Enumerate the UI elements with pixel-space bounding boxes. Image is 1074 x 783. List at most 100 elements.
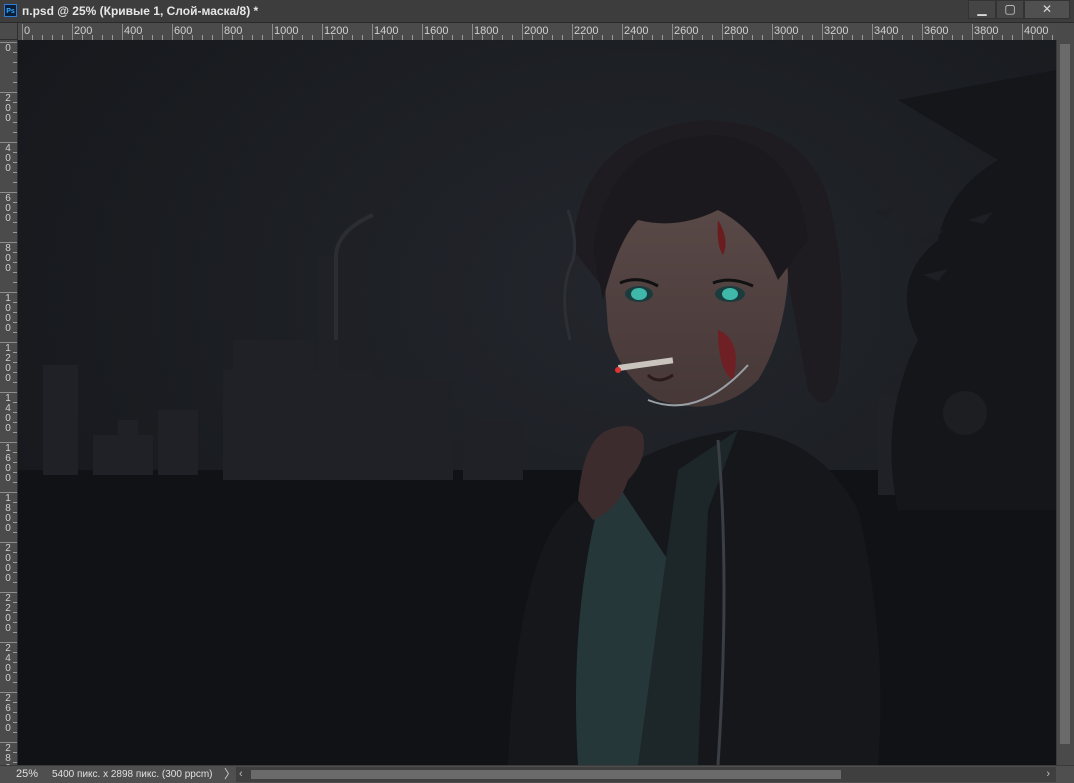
ruler-major-tick [472, 24, 473, 40]
ruler-minor-tick [13, 472, 17, 473]
ruler-major-tick [122, 24, 123, 40]
ruler-label: 3000 [774, 25, 799, 37]
ruler-major-tick [972, 24, 973, 40]
ruler-label: 1000 [5, 293, 11, 334]
ruler-minor-tick [13, 222, 17, 223]
ruler-label: 2800 [5, 743, 11, 766]
ruler-label: 1400 [5, 393, 11, 434]
maximize-button[interactable]: ▢ [996, 0, 1024, 19]
ruler-minor-tick [13, 372, 17, 373]
minimize-button[interactable]: ▁ [968, 0, 996, 19]
ruler-label: 600 [174, 25, 193, 37]
ruler-minor-tick [13, 632, 17, 633]
ruler-major-tick [672, 24, 673, 40]
ruler-minor-tick [13, 652, 17, 653]
ruler-minor-tick [13, 582, 17, 583]
ruler-minor-tick [13, 362, 17, 363]
ruler-label: 400 [124, 25, 143, 37]
ruler-minor-tick [13, 752, 17, 753]
artwork-painting [18, 40, 1056, 765]
ruler-minor-tick [13, 682, 17, 683]
ruler-minor-tick [13, 172, 17, 173]
ruler-label: 1200 [5, 343, 11, 384]
ruler-minor-tick [13, 562, 17, 563]
ruler-major-tick [1022, 24, 1023, 40]
ruler-minor-tick [13, 272, 17, 273]
ruler-minor-tick [13, 732, 17, 733]
document-title: п.psd @ 25% (Кривые 1, Слой-маска/8) * [22, 4, 259, 18]
ruler-minor-tick [13, 712, 17, 713]
ruler-minor-tick [13, 352, 17, 353]
ruler-major-tick [372, 24, 373, 40]
ruler-label: 2000 [5, 543, 11, 584]
ruler-label: 2600 [674, 25, 699, 37]
ruler-label: 600 [5, 193, 11, 224]
vertical-scrollbar[interactable] [1056, 40, 1074, 765]
ruler-minor-tick [13, 252, 17, 253]
ruler-minor-tick [13, 152, 17, 153]
ruler-minor-tick [13, 462, 17, 463]
status-info-menu-arrow-icon[interactable]: 〉 [224, 766, 236, 783]
ruler-major-tick [522, 24, 523, 40]
ruler-minor-tick [13, 622, 17, 623]
ruler-label: 4000 [1024, 25, 1049, 37]
document-title-bar[interactable]: Ps п.psd @ 25% (Кривые 1, Слой-маска/8) … [0, 0, 1074, 23]
maximize-icon: ▢ [1004, 2, 1016, 16]
ruler-minor-tick [13, 232, 17, 233]
ruler-label: 800 [224, 25, 243, 37]
ruler-major-tick [872, 24, 873, 40]
ruler-minor-tick [13, 552, 17, 553]
minimize-icon: ▁ [977, 2, 987, 16]
ruler-origin-corner[interactable] [0, 23, 18, 40]
zoom-level-field[interactable]: 25% [4, 766, 44, 783]
ruler-label: 3200 [824, 25, 849, 37]
ruler-label: 2200 [5, 593, 11, 634]
ruler-label: 2600 [5, 693, 11, 734]
horizontal-scrollbar[interactable]: ‹ › [236, 767, 1056, 782]
ruler-major-tick [622, 24, 623, 40]
horizontal-ruler[interactable]: 0 200 400 600 800 1000 1200 1400 1600 1800 2000 220… [18, 23, 1056, 41]
photoshop-app-icon: Ps [4, 4, 17, 17]
ruler-minor-tick [13, 62, 17, 63]
ruler-minor-tick [13, 162, 17, 163]
ruler-label: 2200 [574, 25, 599, 37]
ruler-label: 1600 [424, 25, 449, 37]
ruler-minor-tick [13, 312, 17, 313]
horizontal-scroll-thumb[interactable] [251, 770, 841, 779]
vertical-ruler[interactable]: 0 200 400 600 800 1000 1200 1400 1600 1800 2000 220… [0, 40, 18, 765]
scroll-left-icon[interactable]: ‹ [239, 767, 243, 782]
ruler-major-tick [172, 24, 173, 40]
ruler-minor-tick [13, 122, 17, 123]
ruler-label: 2400 [624, 25, 649, 37]
ruler-minor-tick [13, 182, 17, 183]
ruler-label: 1800 [474, 25, 499, 37]
ruler-minor-tick [13, 102, 17, 103]
ruler-major-tick [272, 24, 273, 40]
ruler-label: 2000 [524, 25, 549, 37]
ruler-label: 1000 [274, 25, 299, 37]
status-bar: 25% 5400 пикс. x 2898 пикс. (300 ppcm) 〉… [0, 765, 1074, 783]
close-button[interactable]: ✕ [1024, 0, 1070, 19]
ruler-label: 1200 [324, 25, 349, 37]
ruler-major-tick [22, 24, 23, 40]
ruler-label: 0 [24, 25, 31, 37]
ruler-label: 200 [5, 93, 11, 124]
ruler-minor-tick [13, 572, 17, 573]
ruler-minor-tick [13, 762, 17, 763]
scroll-right-icon[interactable]: › [1046, 767, 1050, 782]
ruler-minor-tick [13, 302, 17, 303]
ruler-minor-tick [13, 262, 17, 263]
vertical-scroll-thumb[interactable] [1060, 44, 1070, 744]
document-canvas[interactable] [18, 40, 1056, 765]
ruler-minor-tick [13, 672, 17, 673]
ruler-minor-tick [13, 502, 17, 503]
ruler-label: 1600 [5, 443, 11, 484]
ruler-major-tick [72, 24, 73, 40]
ruler-minor-tick [13, 452, 17, 453]
ruler-label: 3800 [974, 25, 999, 37]
ruler-label: 200 [74, 25, 93, 37]
document-info: 5400 пикс. x 2898 пикс. (300 ppcm) [52, 769, 213, 780]
ruler-minor-tick [13, 532, 17, 533]
ruler-major-tick [722, 24, 723, 40]
ruler-minor-tick [13, 132, 17, 133]
